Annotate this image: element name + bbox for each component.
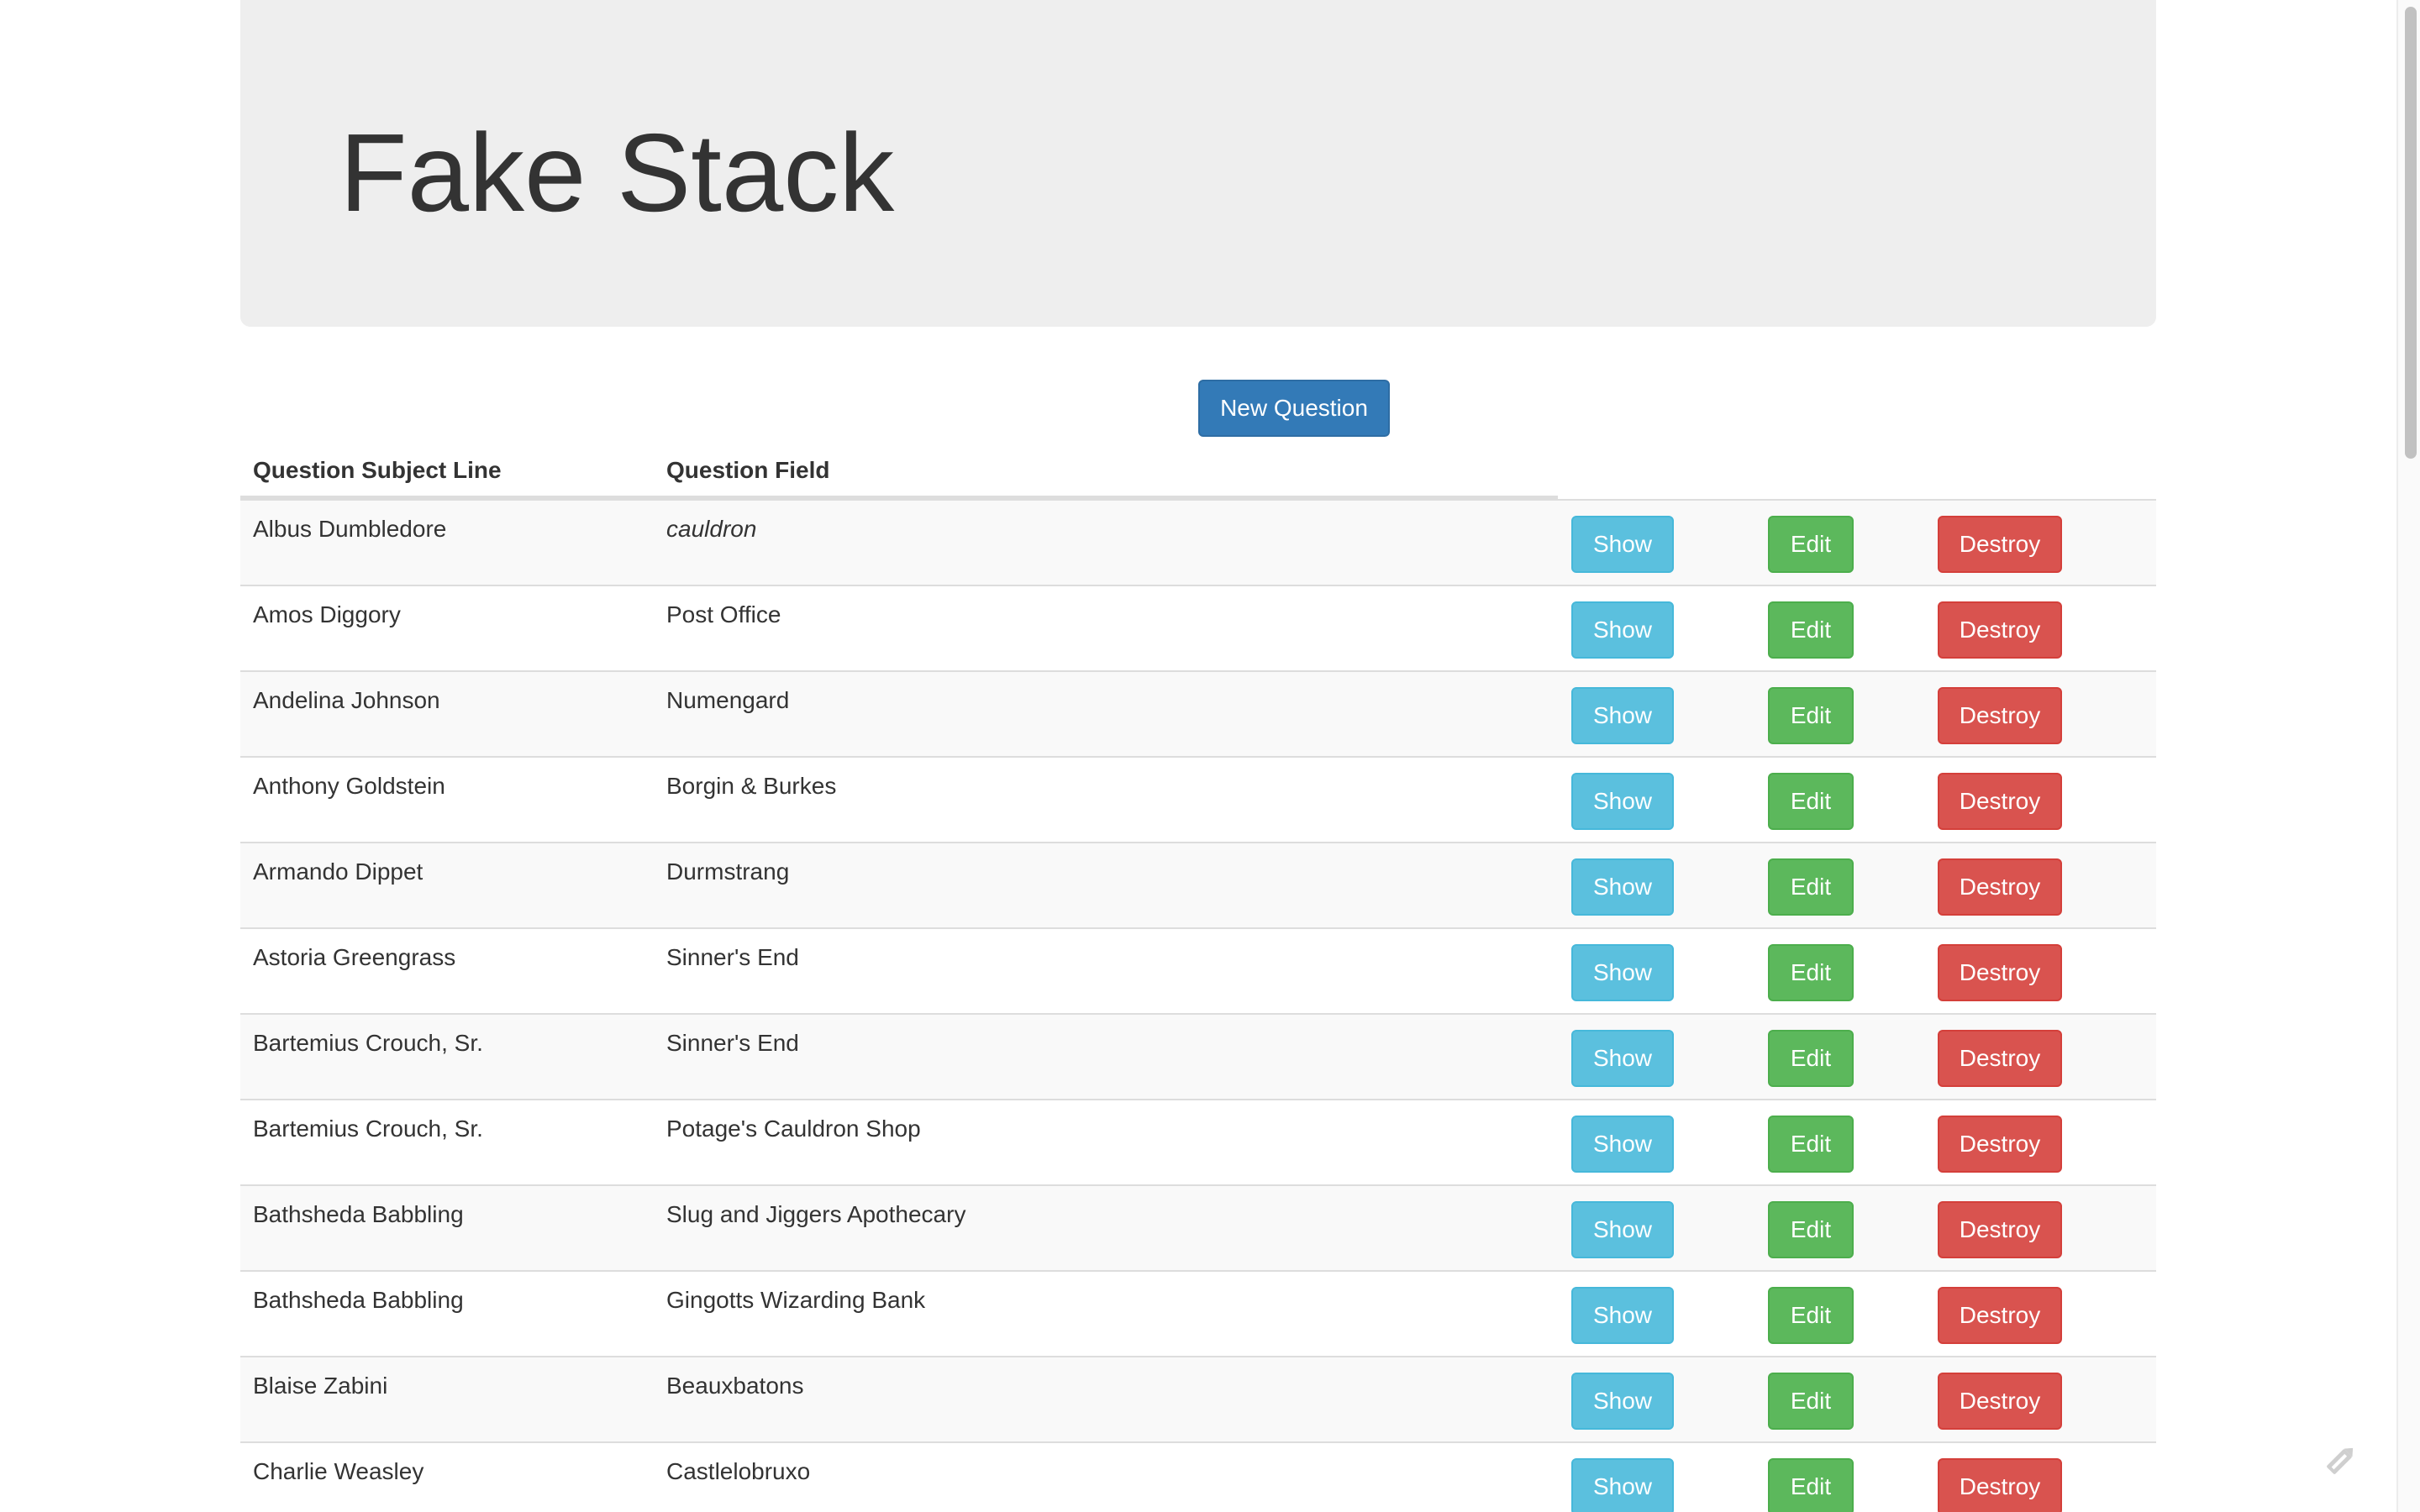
show-button[interactable]: Show <box>1571 601 1674 659</box>
header-question-subject-line: Question Subject Line <box>253 457 502 483</box>
question-field-cell: Castlelobruxo <box>666 1458 811 1484</box>
destroy-button[interactable]: Destroy <box>1938 944 2062 1001</box>
page-title: Fake Stack <box>339 111 895 234</box>
edit-button[interactable]: Edit <box>1768 1116 1854 1173</box>
table-header: Question Subject Line Question Field <box>240 444 2156 499</box>
edit-button[interactable]: Edit <box>1768 1201 1854 1258</box>
question-field-cell: Sinner's End <box>666 944 799 970</box>
question-subject-cell: Astoria Greengrass <box>253 944 456 970</box>
jumbotron-header: Fake Stack <box>240 0 2156 327</box>
edit-button[interactable]: Edit <box>1768 601 1854 659</box>
scrollbar-thumb[interactable] <box>2405 7 2417 459</box>
destroy-button[interactable]: Destroy <box>1938 1458 2062 1512</box>
show-button[interactable]: Show <box>1571 1458 1674 1512</box>
question-field-cell: Beauxbatons <box>666 1373 804 1399</box>
show-button[interactable]: Show <box>1571 1287 1674 1344</box>
destroy-button[interactable]: Destroy <box>1938 516 2062 573</box>
question-subject-cell: Bathsheda Babbling <box>253 1201 464 1227</box>
destroy-button[interactable]: Destroy <box>1938 1287 2062 1344</box>
show-button[interactable]: Show <box>1571 858 1674 916</box>
show-button[interactable]: Show <box>1571 1201 1674 1258</box>
edit-button[interactable]: Edit <box>1768 1373 1854 1430</box>
question-subject-cell: Andelina Johnson <box>253 687 440 713</box>
show-button[interactable]: Show <box>1571 944 1674 1001</box>
edit-button[interactable]: Edit <box>1768 1030 1854 1087</box>
question-field-cell: Numengard <box>666 687 790 713</box>
question-subject-cell: Bartemius Crouch, Sr. <box>253 1116 483 1142</box>
questions-table: Question Subject Line Question Field Alb… <box>240 444 2156 1512</box>
edit-button[interactable]: Edit <box>1768 516 1854 573</box>
vertical-scrollbar[interactable] <box>2396 0 2420 1512</box>
edit-button[interactable]: Edit <box>1768 773 1854 830</box>
question-field-cell: Post Office <box>666 601 781 627</box>
destroy-button[interactable]: Destroy <box>1938 601 2062 659</box>
table-row: Charlie Weasley Castlelobruxo Show Edit Dest… <box>240 1441 2156 1512</box>
table-row: Albus Dumbledore cauldron Show Edit Destroy <box>240 499 2156 585</box>
question-subject-cell: Bathsheda Babbling <box>253 1287 464 1313</box>
destroy-button[interactable]: Destroy <box>1938 1030 2062 1087</box>
question-field-cell: Sinner's End <box>666 1030 799 1056</box>
question-field-cell: Potage's Cauldron Shop <box>666 1116 921 1142</box>
question-subject-cell: Albus Dumbledore <box>253 516 447 542</box>
question-subject-cell: Armando Dippet <box>253 858 424 885</box>
edit-button[interactable]: Edit <box>1768 687 1854 744</box>
question-subject-cell: Anthony Goldstein <box>253 773 445 799</box>
show-button[interactable]: Show <box>1571 516 1674 573</box>
table-row: Bathsheda Babbling Slug and Jiggers Apoth… <box>240 1184 2156 1270</box>
question-field-cell: Borgin & Burkes <box>666 773 837 799</box>
destroy-button[interactable]: Destroy <box>1938 687 2062 744</box>
table-row: Andelina Johnson Numengard Show Edit Destroy <box>240 670 2156 756</box>
table-row: Amos Diggory Post Office Show Edit Destroy <box>240 585 2156 670</box>
destroy-button[interactable]: Destroy <box>1938 858 2062 916</box>
edit-pencil-icon[interactable] <box>2319 1438 2363 1482</box>
edit-button[interactable]: Edit <box>1768 858 1854 916</box>
table-row: Armando Dippet Durmstrang Show Edit Destroy <box>240 842 2156 927</box>
question-subject-cell: Amos Diggory <box>253 601 401 627</box>
destroy-button[interactable]: Destroy <box>1938 773 2062 830</box>
question-subject-cell: Blaise Zabini <box>253 1373 388 1399</box>
page: Fake Stack New Question Question Subject… <box>0 0 2420 1512</box>
question-subject-cell: Bartemius Crouch, Sr. <box>253 1030 483 1056</box>
question-field-cell: Gingotts Wizarding Bank <box>666 1287 926 1313</box>
show-button[interactable]: Show <box>1571 1116 1674 1173</box>
show-button[interactable]: Show <box>1571 773 1674 830</box>
question-field-cell: cauldron <box>666 516 757 542</box>
edit-button[interactable]: Edit <box>1768 944 1854 1001</box>
question-field-cell: Durmstrang <box>666 858 790 885</box>
edit-button[interactable]: Edit <box>1768 1287 1854 1344</box>
table-row: Astoria Greengrass Sinner's End Show Edit De… <box>240 927 2156 1013</box>
show-button[interactable]: Show <box>1571 1030 1674 1087</box>
show-button[interactable]: Show <box>1571 1373 1674 1430</box>
table-row: Bartemius Crouch, Sr. Sinner's End Show Edi… <box>240 1013 2156 1099</box>
table-row: Bartemius Crouch, Sr. Potage's Cauldron S… <box>240 1099 2156 1184</box>
table-row: Bathsheda Babbling Gingotts Wizarding Ban… <box>240 1270 2156 1356</box>
edit-button[interactable]: Edit <box>1768 1458 1854 1512</box>
destroy-button[interactable]: Destroy <box>1938 1201 2062 1258</box>
new-question-button[interactable]: New Question <box>1198 380 1390 437</box>
question-subject-cell: Charlie Weasley <box>253 1458 424 1484</box>
show-button[interactable]: Show <box>1571 687 1674 744</box>
header-question-field: Question Field <box>666 457 830 483</box>
table-row: Blaise Zabini Beauxbatons Show Edit Destroy <box>240 1356 2156 1441</box>
table-row: Anthony Goldstein Borgin & Burkes Show Edit… <box>240 756 2156 842</box>
destroy-button[interactable]: Destroy <box>1938 1373 2062 1430</box>
destroy-button[interactable]: Destroy <box>1938 1116 2062 1173</box>
table-body: Albus Dumbledore cauldron Show Edit Destroy A… <box>240 499 2156 1512</box>
question-field-cell: Slug and Jiggers Apothecary <box>666 1201 966 1227</box>
